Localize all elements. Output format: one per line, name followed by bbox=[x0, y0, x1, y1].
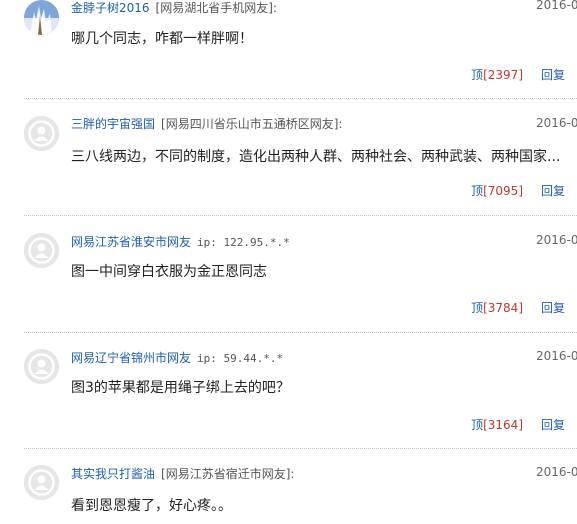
avatar-photo bbox=[24, 0, 59, 35]
divider bbox=[24, 215, 577, 216]
comment-actions: 顶[7095] 回复 bbox=[0, 182, 577, 199]
comment-meta: 其实我只打酱油 [网易江苏省宿迁市网友]: bbox=[71, 467, 294, 481]
vote-button[interactable]: 顶[2397] bbox=[471, 66, 523, 83]
divider bbox=[24, 332, 577, 333]
vote-label: 顶 bbox=[471, 418, 484, 432]
comment-text: 哪几个同志，咋都一样胖啊！ bbox=[71, 31, 253, 47]
avatar[interactable] bbox=[24, 349, 59, 384]
username-link[interactable]: 其实我只打酱油 bbox=[71, 467, 155, 481]
comment-actions: 顶[3784] 回复 bbox=[0, 299, 577, 316]
divider bbox=[24, 98, 577, 99]
comment-date: 2016-08 bbox=[536, 465, 577, 479]
vote-label: 顶 bbox=[471, 184, 484, 198]
user-location: [网易江苏省宿迁市网友]: bbox=[161, 467, 295, 481]
comment-actions: 顶[2397] 回复 bbox=[0, 66, 577, 83]
vote-button[interactable]: 顶[3164] bbox=[471, 416, 523, 433]
comment-meta: 金脖子树2016 [网易湖北省手机网友]: bbox=[71, 1, 277, 15]
user-location: [网易四川省乐山市五通桥区网友]: bbox=[161, 117, 343, 131]
vote-count: [3164] bbox=[483, 418, 523, 432]
default-avatar-icon bbox=[24, 349, 59, 384]
comment-text: 图一中间穿白衣服为金正恩同志 bbox=[71, 264, 267, 280]
comment-actions: 顶[3164] 回复 bbox=[0, 416, 577, 433]
comment-text: 图3的苹果都是用绳子绑上去的吧？ bbox=[71, 380, 290, 396]
comment-meta: 三胖的宇宙强国 [网易四川省乐山市五通桥区网友]: bbox=[71, 117, 342, 131]
default-avatar-icon bbox=[24, 465, 59, 500]
reply-button[interactable]: 回复 bbox=[541, 299, 565, 316]
vote-label: 顶 bbox=[471, 301, 484, 315]
comment-date: 2016-08 bbox=[536, 0, 577, 12]
vote-label: 顶 bbox=[471, 68, 484, 82]
comment-text: 看到恩恩瘦了，好心疼。。 bbox=[71, 498, 232, 514]
avatar[interactable] bbox=[24, 233, 59, 268]
comment-text: 三八线两边，不同的制度，造化出两种人群、两种社会、两种武装、两种国家... bbox=[71, 149, 561, 165]
vote-button[interactable]: 顶[3784] bbox=[471, 299, 523, 316]
comment-date: 2016-08 bbox=[536, 349, 577, 363]
comment-date: 2016-08 bbox=[536, 233, 577, 247]
username-link[interactable]: 金脖子树2016 bbox=[71, 1, 150, 15]
reply-button[interactable]: 回复 bbox=[541, 182, 565, 199]
avatar[interactable] bbox=[24, 465, 59, 500]
default-avatar-icon bbox=[24, 116, 59, 151]
avatar[interactable] bbox=[24, 116, 59, 151]
avatar[interactable] bbox=[24, 0, 59, 35]
divider bbox=[24, 448, 577, 449]
vote-count: [2397] bbox=[483, 68, 523, 82]
vote-count: [3784] bbox=[483, 301, 523, 315]
comment-date: 2016-08 bbox=[536, 116, 577, 130]
vote-button[interactable]: 顶[7095] bbox=[471, 182, 523, 199]
default-avatar-icon bbox=[24, 233, 59, 268]
reply-button[interactable]: 回复 bbox=[541, 416, 565, 433]
comment-meta: 网易辽宁省锦州市网友 ip: 59.44.*.* bbox=[71, 351, 283, 366]
comment-meta: 网易江苏省淮安市网友 ip: 122.95.*.* bbox=[71, 235, 290, 250]
username-link[interactable]: 网易辽宁省锦州市网友 bbox=[71, 351, 191, 365]
user-ip: ip: 59.44.*.* bbox=[197, 352, 284, 365]
user-ip: ip: 122.95.*.* bbox=[197, 236, 290, 249]
user-location: [网易湖北省手机网友]: bbox=[155, 1, 277, 15]
reply-button[interactable]: 回复 bbox=[541, 66, 565, 83]
username-link[interactable]: 网易江苏省淮安市网友 bbox=[71, 235, 191, 249]
username-link[interactable]: 三胖的宇宙强国 bbox=[71, 117, 155, 131]
vote-count: [7095] bbox=[483, 184, 523, 198]
